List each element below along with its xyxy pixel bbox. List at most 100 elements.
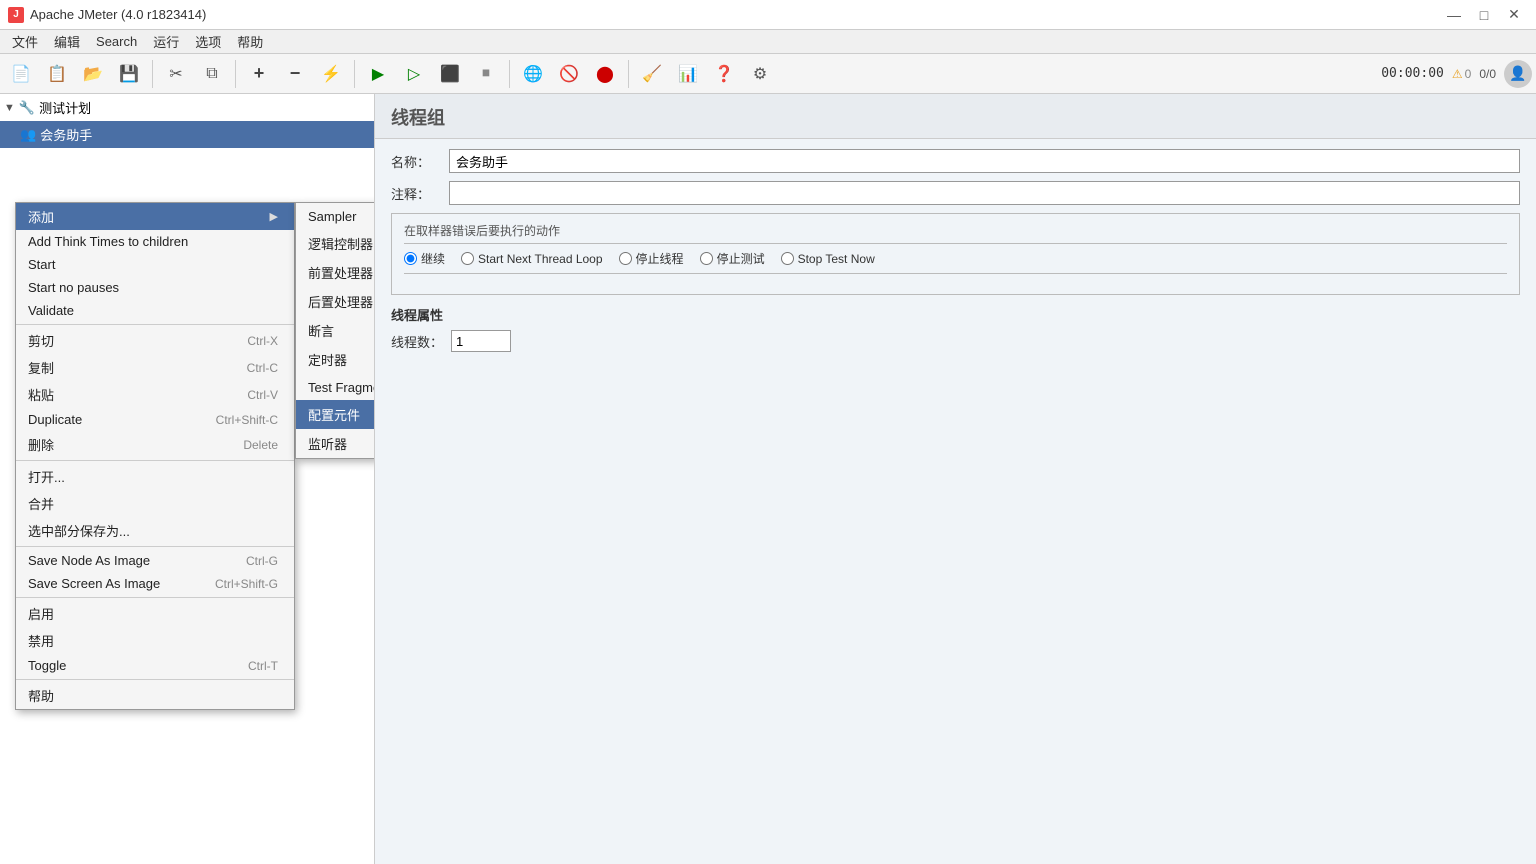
functions-button[interactable]: 📊 (671, 57, 705, 91)
radio-start-next[interactable]: Start Next Thread Loop (461, 252, 603, 266)
ctx-merge-label: 合并 (28, 494, 54, 513)
ctx-merge[interactable]: 合并 (16, 490, 294, 517)
submenu-sampler[interactable]: Sampler ▶ (296, 203, 375, 229)
ctx-save-screen-image[interactable]: Save Screen As Image Ctrl+Shift-G (16, 572, 294, 595)
new-button[interactable]: 📄 (4, 57, 38, 91)
minimize-button[interactable]: — (1440, 4, 1468, 26)
save-button[interactable]: 💾 (112, 57, 146, 91)
ctx-enable[interactable]: 启用 (16, 600, 294, 627)
submenu-test-fragment[interactable]: Test Fragment ▶ (296, 374, 375, 400)
ctx-cut-shortcut: Ctrl-X (247, 334, 278, 348)
cut-button[interactable]: ✂ (159, 57, 193, 91)
menu-edit[interactable]: 编辑 (46, 30, 88, 53)
expand-button[interactable]: + (242, 57, 276, 91)
thread-props-section: 线程属性 线程数： (391, 305, 1520, 352)
radio-stop-test-now[interactable]: Stop Test Now (781, 252, 875, 266)
reset-button[interactable]: ⚡ (314, 57, 348, 91)
menu-run[interactable]: 运行 (145, 30, 187, 53)
ctx-save-partial[interactable]: 选中部分保存为... (16, 517, 294, 544)
ctx-paste[interactable]: 粘贴 Ctrl-V (16, 381, 294, 408)
maximize-button[interactable]: □ (1470, 4, 1498, 26)
submenu-timer[interactable]: 定时器 ▶ (296, 345, 375, 374)
radio-stop-test[interactable]: 停止测试 (700, 250, 765, 267)
menu-search[interactable]: Search (88, 32, 145, 51)
ctx-toggle[interactable]: Toggle Ctrl-T (16, 654, 294, 677)
clear-button[interactable]: 🧹 (635, 57, 669, 91)
menu-help[interactable]: 帮助 (229, 30, 271, 53)
radio-stop-thread[interactable]: 停止线程 (619, 250, 684, 267)
close-button[interactable]: ✕ (1500, 4, 1528, 26)
ctx-validate[interactable]: Validate (16, 299, 294, 322)
radio-start-next-label: Start Next Thread Loop (478, 252, 603, 266)
ctx-delete[interactable]: 删除 Delete (16, 431, 294, 458)
submenu-assertion[interactable]: 断言 ▶ (296, 316, 375, 345)
template-button[interactable]: 📋 (40, 57, 74, 91)
submenu-listener-label: 监听器 (308, 434, 347, 453)
stop-immediate-button[interactable]: ⏹ (469, 57, 503, 91)
content-panel: 线程组 名称： 注释： 在取样器错误后要执行的动作 继续 (375, 94, 1536, 864)
comment-row: 注释： (391, 181, 1520, 205)
error-radio-group: 继续 Start Next Thread Loop 停止线程 停止测试 (404, 243, 1507, 274)
ctx-save-node-image-shortcut: Ctrl-G (246, 554, 278, 568)
name-label: 名称： (391, 152, 441, 171)
submenu-pre-proc[interactable]: 前置处理器 ▶ (296, 258, 375, 287)
ctx-save-node-image[interactable]: Save Node As Image Ctrl-G (16, 549, 294, 572)
ctx-copy[interactable]: 复制 Ctrl-C (16, 354, 294, 381)
submenu-logic-ctrl[interactable]: 逻辑控制器 ▶ (296, 229, 375, 258)
thread-count-label: 线程数： (391, 332, 443, 351)
submenu-config[interactable]: 配置元件 ▶ (296, 400, 375, 429)
remote-run-button[interactable]: 🌐 (516, 57, 550, 91)
radio-continue[interactable]: 继续 (404, 250, 445, 267)
app-icon: J (8, 7, 24, 23)
ctx-start[interactable]: Start (16, 253, 294, 276)
monitor-button[interactable]: 👤 (1504, 60, 1532, 88)
toolbar-right: 00:00:00 ⚠ 0 0/0 👤 (1381, 60, 1532, 88)
ctx-help-label: 帮助 (28, 686, 54, 705)
remote-stop-all-button[interactable]: ⬤ (588, 57, 622, 91)
panel-title: 线程组 (375, 94, 1536, 139)
ctx-help[interactable]: 帮助 (16, 682, 294, 709)
title-bar-left: J Apache JMeter (4.0 r1823414) (8, 7, 206, 23)
ctx-add-label: 添加 (28, 207, 54, 226)
menu-file[interactable]: 文件 (4, 30, 46, 53)
submenu-assertion-label: 断言 (308, 321, 334, 340)
ctx-duplicate[interactable]: Duplicate Ctrl+Shift-C (16, 408, 294, 431)
submenu-post-proc[interactable]: 后置处理器 ▶ (296, 287, 375, 316)
ctx-open[interactable]: 打开... (16, 463, 294, 490)
name-input[interactable] (449, 149, 1520, 173)
collapse-button[interactable]: − (278, 57, 312, 91)
ctx-start-no-pauses-label: Start no pauses (28, 280, 119, 295)
submenu-add: Sampler ▶ 逻辑控制器 ▶ 前置处理器 ▶ 后置处理器 ▶ 断言 (295, 202, 375, 459)
error-count: 0/0 (1479, 67, 1496, 81)
ctx-save-node-image-label: Save Node As Image (28, 553, 150, 568)
ctx-delete-label: 删除 (28, 435, 54, 454)
radio-stop-thread-label: 停止线程 (636, 250, 684, 267)
thread-count-input[interactable] (451, 330, 511, 352)
ctx-think-times[interactable]: Add Think Times to children (16, 230, 294, 253)
tree-panel: ▼ 🔧 测试计划 👥 会务助手 添加 ▶ Add Think Times to … (0, 94, 375, 864)
settings-button[interactable]: ⚙ (743, 57, 777, 91)
ctx-delete-shortcut: Delete (243, 438, 278, 452)
ctx-disable[interactable]: 禁用 (16, 627, 294, 654)
submenu-listener[interactable]: 监听器 ▶ (296, 429, 375, 458)
stop-button[interactable]: ⬛ (433, 57, 467, 91)
ctx-add[interactable]: 添加 ▶ (16, 203, 294, 230)
ctx-cut[interactable]: 剪切 Ctrl-X (16, 327, 294, 354)
ctx-start-no-pauses[interactable]: Start no pauses (16, 276, 294, 299)
panel-body: 名称： 注释： 在取样器错误后要执行的动作 继续 Start (375, 139, 1536, 370)
error-section-title: 在取样器错误后要执行的动作 (404, 222, 1507, 239)
copy-button[interactable]: ⧉ (195, 57, 229, 91)
help-button[interactable]: ❓ (707, 57, 741, 91)
ctx-enable-label: 启用 (28, 604, 54, 623)
run-button[interactable]: ▶ (361, 57, 395, 91)
ctx-save-screen-image-shortcut: Ctrl+Shift-G (215, 577, 278, 591)
ctx-sep-4 (16, 597, 294, 598)
toolbar: 📄 📋 📂 💾 ✂ ⧉ + − ⚡ ▶ ▷ ⬛ ⏹ 🌐 🚫 ⬤ 🧹 📊 ❓ ⚙ … (0, 54, 1536, 94)
comment-input[interactable] (449, 181, 1520, 205)
remote-stop-button[interactable]: 🚫 (552, 57, 586, 91)
open-button[interactable]: 📂 (76, 57, 110, 91)
radio-stop-test-label: 停止测试 (717, 250, 765, 267)
run-no-pause-button[interactable]: ▷ (397, 57, 431, 91)
menu-options[interactable]: 选项 (187, 30, 229, 53)
app-title: Apache JMeter (4.0 r1823414) (30, 7, 206, 22)
